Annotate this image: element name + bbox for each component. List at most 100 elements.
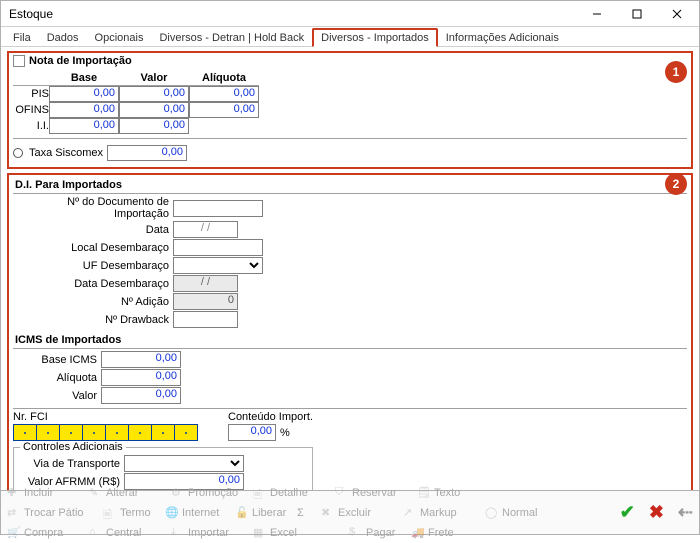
icms-valor-input[interactable]: 0,00	[101, 387, 181, 404]
col-valor: Valor	[119, 71, 189, 86]
tab-fila[interactable]: Fila	[5, 29, 39, 46]
col-aliquota: Alíquota	[189, 71, 259, 86]
exit-button[interactable]: ⇠	[678, 502, 693, 523]
di-local-label: Local Desembaraço	[13, 242, 173, 254]
di-drawback-label: Nº Drawback	[13, 314, 173, 326]
tab-dados[interactable]: Dados	[39, 29, 87, 46]
tb-trocar-patio[interactable]: ⇄Trocar Pátio	[7, 503, 103, 523]
conteudo-import-input[interactable]: 0,00	[228, 424, 276, 441]
tb-frete[interactable]: 🚚Frete	[411, 523, 481, 543]
tb-detalhe[interactable]: 🗎Detalhe	[253, 483, 335, 503]
tb-promocao[interactable]: ⚙Promoção	[171, 483, 253, 503]
di-data-des-input[interactable]: / /	[173, 275, 238, 292]
pis-base[interactable]: 0,00	[49, 86, 119, 102]
fci-input[interactable]	[13, 424, 198, 441]
bottom-toolbar: ✚Incluir ✎Alterar ⚙Promoção 🗎Detalhe ⛉Re…	[1, 490, 699, 534]
icms-title: ICMS de Importados	[13, 332, 687, 349]
di-uf-select[interactable]	[173, 257, 263, 274]
di-adicao-input[interactable]: 0	[173, 293, 238, 310]
col-base: Base	[49, 71, 119, 86]
internet-icon: 🌐	[165, 506, 179, 520]
via-transporte-select[interactable]	[124, 455, 244, 472]
di-title: D.I. Para Importados	[13, 177, 687, 194]
frete-icon: 🚚	[411, 526, 425, 540]
tb-sigma[interactable]: Σ	[297, 503, 321, 523]
cofins-aliquota[interactable]: 0,00	[189, 102, 259, 118]
icms-aliquota-input[interactable]: 0,00	[101, 369, 181, 386]
tb-pagar[interactable]: $Pagar	[349, 523, 411, 543]
normal-icon: ◯	[485, 506, 499, 520]
reserve-icon: ⛉	[335, 486, 349, 500]
pis-aliquota[interactable]: 0,00	[189, 86, 259, 102]
markup-icon: ↗	[403, 506, 417, 520]
tb-excluir[interactable]: ✖Excluir	[321, 503, 403, 523]
tab-opcionais[interactable]: Opcionais	[87, 29, 152, 46]
row-cofins-label: OFINS	[13, 102, 49, 118]
conteudo-import-label: Conteúdo Import.	[228, 411, 313, 423]
tb-reservar[interactable]: ⛉Reservar	[335, 483, 417, 503]
excel-icon: ▦	[253, 526, 267, 540]
di-local-input[interactable]	[173, 239, 263, 256]
tab-info-adicionais[interactable]: Informações Adicionais	[438, 29, 567, 46]
window-title: Estoque	[9, 7, 577, 21]
controles-legend: Controles Adicionais	[20, 441, 126, 453]
callout-2: 2	[665, 173, 687, 195]
minimize-button[interactable]	[577, 2, 617, 26]
tb-markup[interactable]: ↗Markup	[403, 503, 485, 523]
cancel-button[interactable]: ✖	[649, 502, 664, 523]
icms-base-label: Base ICMS	[13, 354, 101, 366]
central-icon: ⌂	[89, 526, 103, 540]
siscomex-label: Taxa Siscomex	[29, 147, 103, 159]
tb-alterar[interactable]: ✎Alterar	[89, 483, 171, 503]
nota-title: Nota de Importação	[29, 55, 132, 67]
tb-internet[interactable]: 🌐Internet	[165, 503, 235, 523]
icms-base-input[interactable]: 0,00	[101, 351, 181, 368]
di-data-input[interactable]: / /	[173, 221, 238, 238]
edit-icon: ✎	[89, 486, 103, 500]
tab-diversos-importados[interactable]: Diversos - Importados	[312, 28, 438, 47]
confirm-button[interactable]: ✔	[620, 502, 635, 523]
close-button[interactable]	[657, 2, 697, 26]
cofins-base[interactable]: 0,00	[49, 102, 119, 118]
tab-bar: Fila Dados Opcionais Diversos - Detran |…	[1, 27, 699, 47]
icms-aliquota-label: Alíquota	[13, 372, 101, 384]
di-doc-imp-input[interactable]	[173, 200, 263, 217]
tb-central[interactable]: ⌂Central	[89, 523, 171, 543]
siscomex-radio[interactable]	[13, 148, 23, 158]
delete-icon: ✖	[321, 506, 335, 520]
tb-termo[interactable]: 🗎Termo	[103, 503, 165, 523]
tb-normal[interactable]: ◯Normal	[485, 503, 567, 523]
conteudo-import-unit: %	[280, 427, 290, 439]
di-drawback-input[interactable]	[173, 311, 238, 328]
plus-icon: ✚	[7, 486, 21, 500]
termo-icon: 🗎	[103, 506, 117, 520]
tab-diversos-detran[interactable]: Diversos - Detran | Hold Back	[151, 29, 312, 46]
nota-table: Base Valor Alíquota PIS 0,00 0,00 0,00 O…	[13, 71, 259, 134]
zone-nota-importacao: Nota de Importação Base Valor Alíquota P…	[7, 51, 693, 169]
pis-valor[interactable]: 0,00	[119, 86, 189, 102]
promo-icon: ⚙	[171, 486, 185, 500]
cofins-valor[interactable]: 0,00	[119, 102, 189, 118]
tb-importar[interactable]: ⤓Importar	[171, 523, 253, 543]
tb-compra[interactable]: 🛒Compra	[7, 523, 89, 543]
tb-liberar[interactable]: 🔓Liberar	[235, 503, 297, 523]
tb-incluir[interactable]: ✚Incluir	[7, 483, 89, 503]
text-icon: 🗒	[417, 486, 431, 500]
ii-base[interactable]: 0,00	[49, 118, 119, 134]
di-doc-imp-label: Nº do Documento de Importação	[13, 196, 173, 220]
ii-valor[interactable]: 0,00	[119, 118, 189, 134]
tb-excel[interactable]: ▦Excel	[253, 523, 349, 543]
fci-label: Nr. FCI	[13, 411, 198, 423]
via-transporte-label: Via de Transporte	[20, 458, 124, 470]
swap-icon: ⇄	[7, 506, 21, 520]
di-uf-label: UF Desembaraço	[13, 260, 173, 272]
zone-di: D.I. Para Importados Nº do Documento de …	[7, 173, 693, 492]
row-pis-label: PIS	[13, 86, 49, 103]
callout-1: 1	[665, 61, 687, 83]
di-data-label: Data	[13, 224, 173, 236]
tb-texto[interactable]: 🗒Texto	[417, 483, 499, 503]
nota-checkbox[interactable]	[13, 55, 25, 67]
siscomex-value[interactable]: 0,00	[107, 145, 187, 161]
maximize-button[interactable]	[617, 2, 657, 26]
di-data-des-label: Data Desembaraço	[13, 278, 173, 290]
